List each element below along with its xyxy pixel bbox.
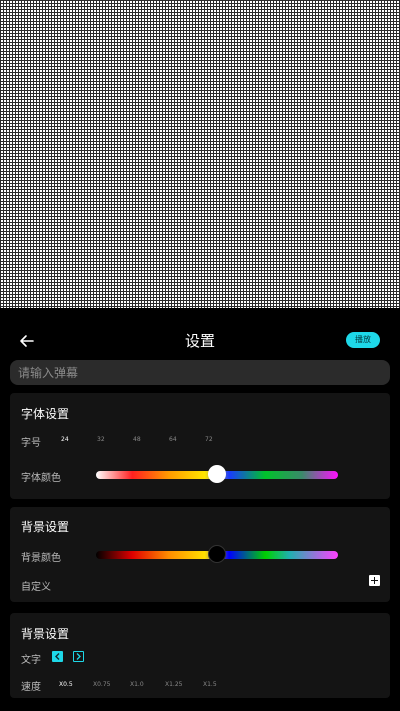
card-title: 背景设置 <box>21 520 70 534</box>
card-title: 背景设置 <box>21 627 70 641</box>
settings-panel: 设置 播放 字体设置 字号 24 32 48 64 72 字体颜色 背景设置 背… <box>0 308 400 711</box>
add-custom-button[interactable] <box>369 575 380 586</box>
header: 设置 播放 <box>0 324 400 358</box>
scroll-right-button[interactable] <box>73 651 84 662</box>
speed-label: 速度 <box>21 682 41 693</box>
background-settings-card: 背景设置 背景颜色 自定义 <box>10 507 390 602</box>
card-title: 字体设置 <box>21 407 70 421</box>
font-size-option[interactable]: 32 <box>97 436 105 443</box>
font-size-option[interactable]: 72 <box>205 436 213 443</box>
danmaku-input[interactable] <box>10 360 390 385</box>
page-title: 设置 <box>184 332 215 350</box>
font-size-option[interactable]: 48 <box>133 436 141 443</box>
chevron-left-icon <box>55 653 60 660</box>
background-color-label: 背景颜色 <box>21 553 61 564</box>
scroll-settings-card: 背景设置 文字 速度 X0.5 X0.75 X1.0 X1.25 X1.5 <box>10 613 390 698</box>
font-size-option[interactable]: 64 <box>169 436 177 443</box>
background-color-slider[interactable] <box>96 545 338 563</box>
font-color-slider[interactable] <box>96 465 338 483</box>
font-size-option[interactable]: 24 <box>61 436 69 443</box>
font-color-label: 字体颜色 <box>21 473 61 484</box>
speed-option[interactable]: X0.5 <box>59 681 73 688</box>
scroll-left-button[interactable] <box>52 651 63 662</box>
font-size-label: 字号 <box>21 438 41 449</box>
speed-option[interactable]: X1.5 <box>203 681 217 688</box>
chevron-right-icon <box>76 653 81 660</box>
speed-option[interactable]: X0.75 <box>93 681 110 688</box>
play-button[interactable]: 播放 <box>346 332 380 348</box>
speed-option[interactable]: X1.0 <box>130 681 144 688</box>
background-color-thumb[interactable] <box>208 545 226 563</box>
speed-option[interactable]: X1.25 <box>165 681 182 688</box>
custom-label: 自定义 <box>21 582 51 593</box>
text-direction-label: 文字 <box>21 655 41 666</box>
font-color-thumb[interactable] <box>208 465 226 483</box>
font-settings-card: 字体设置 字号 24 32 48 64 72 字体颜色 <box>10 393 390 499</box>
danmaku-preview-area <box>0 0 400 308</box>
